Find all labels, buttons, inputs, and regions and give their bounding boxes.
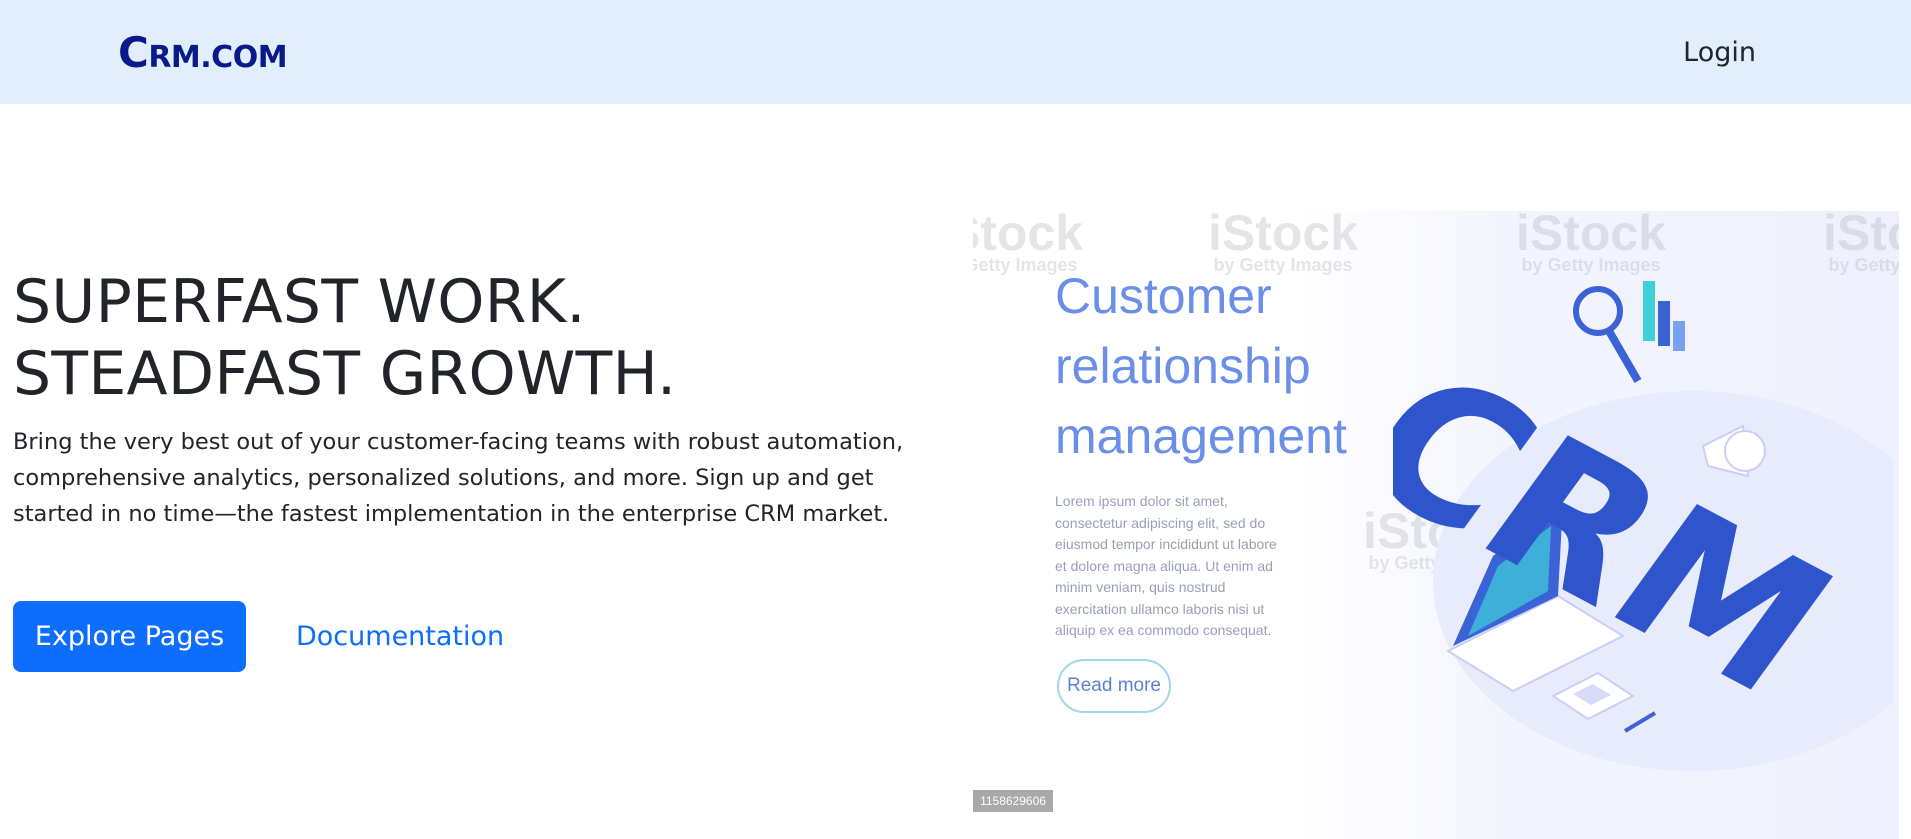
image-title-line: relationship <box>1055 338 1311 394</box>
crm-isometric-illustration: CRM <box>1393 281 1893 771</box>
image-read-more-button: Read more <box>1057 659 1171 713</box>
login-link[interactable]: Login <box>1683 37 1756 68</box>
image-lorem-text: Lorem ipsum dolor sit amet, consectetur … <box>1055 493 1277 638</box>
explore-pages-button[interactable]: Explore Pages <box>13 601 246 672</box>
hero-lead-text: Bring the very best out of your customer… <box>13 429 904 527</box>
bar-chart-icon <box>1643 281 1685 351</box>
hero-actions: Explore Pages Documentation <box>13 601 504 672</box>
brand-logo-rest: RM.COM <box>148 39 288 75</box>
image-title: Customer relationship management <box>1055 261 1347 471</box>
image-title-line: management <box>1055 408 1347 464</box>
image-id-label: 1158629606 <box>973 790 1053 812</box>
hero-section: SUPERFAST WORK. STEADFAST GROWTH. Bring … <box>13 266 943 532</box>
hero-headline: SUPERFAST WORK. STEADFAST GROWTH. <box>13 267 677 409</box>
image-title-line: Customer <box>1055 268 1272 324</box>
watermark-label: iStock <box>973 211 1084 261</box>
watermark-label: iStock <box>1208 211 1359 261</box>
magnifier-icon <box>1573 286 1642 384</box>
brand-logo-initial: C <box>118 27 149 77</box>
top-navbar: CRM.COM Login <box>0 0 1911 104</box>
brand-logo[interactable]: CRM.COM <box>118 27 288 77</box>
documentation-link[interactable]: Documentation <box>296 621 504 652</box>
hero-image: iStockby Getty Images iStockby Getty Ima… <box>973 211 1899 839</box>
